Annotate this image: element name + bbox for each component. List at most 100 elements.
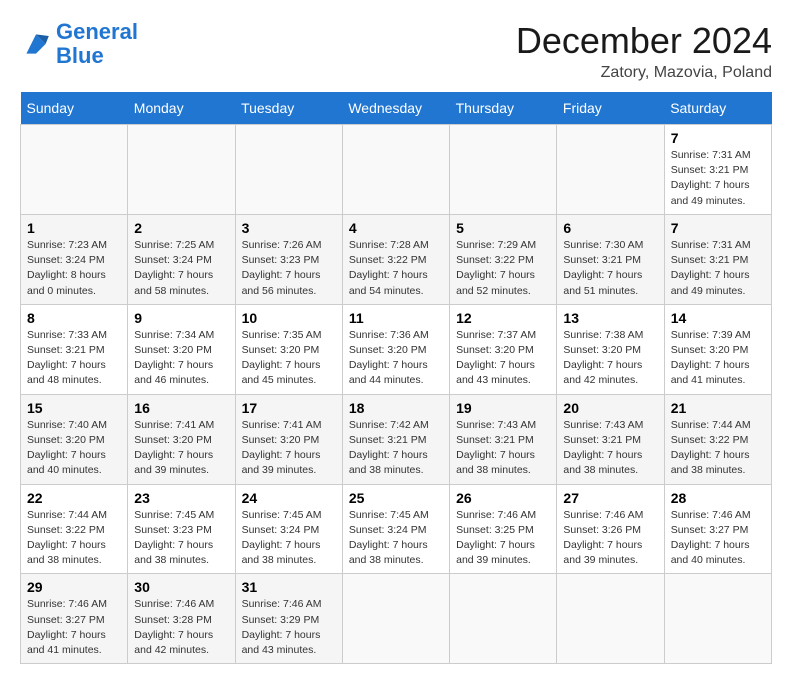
day-number: 7 (671, 130, 765, 146)
calendar-cell: 7 Sunrise: 7:31 AMSunset: 3:21 PMDaylight… (664, 125, 771, 215)
day-header-saturday: Saturday (664, 92, 771, 125)
calendar-cell (557, 574, 664, 664)
day-info: Sunrise: 7:45 AMSunset: 3:24 PMDaylight:… (349, 508, 443, 569)
day-info: Sunrise: 7:26 AMSunset: 3:23 PMDaylight:… (242, 238, 336, 299)
calendar-cell (342, 574, 449, 664)
calendar-cell: 3 Sunrise: 7:26 AMSunset: 3:23 PMDaylight… (235, 214, 342, 304)
day-info: Sunrise: 7:46 AMSunset: 3:27 PMDaylight:… (671, 508, 765, 569)
day-info: Sunrise: 7:46 AMSunset: 3:29 PMDaylight:… (242, 597, 336, 658)
day-number: 17 (242, 400, 336, 416)
day-info: Sunrise: 7:34 AMSunset: 3:20 PMDaylight:… (134, 328, 228, 389)
day-info: Sunrise: 7:41 AMSunset: 3:20 PMDaylight:… (134, 418, 228, 479)
day-info: Sunrise: 7:23 AMSunset: 3:24 PMDaylight:… (27, 238, 121, 299)
calendar-cell: 10 Sunrise: 7:35 AMSunset: 3:20 PMDayligh… (235, 304, 342, 394)
day-number: 15 (27, 400, 121, 416)
day-number: 4 (349, 220, 443, 236)
day-number: 3 (242, 220, 336, 236)
day-number: 13 (563, 310, 657, 326)
calendar-cell (664, 574, 771, 664)
day-number: 25 (349, 490, 443, 506)
day-info: Sunrise: 7:42 AMSunset: 3:21 PMDaylight:… (349, 418, 443, 479)
logo: General Blue (20, 20, 138, 68)
day-number: 21 (671, 400, 765, 416)
calendar-cell: 13 Sunrise: 7:38 AMSunset: 3:20 PMDayligh… (557, 304, 664, 394)
day-info: Sunrise: 7:39 AMSunset: 3:20 PMDaylight:… (671, 328, 765, 389)
location: Zatory, Mazovia, Poland (516, 64, 772, 82)
calendar-week-row: 7 Sunrise: 7:31 AMSunset: 3:21 PMDaylight… (21, 125, 772, 215)
calendar-cell (235, 125, 342, 215)
day-number: 29 (27, 579, 121, 595)
day-number: 19 (456, 400, 550, 416)
day-number: 18 (349, 400, 443, 416)
calendar-cell: 17 Sunrise: 7:41 AMSunset: 3:20 PMDayligh… (235, 394, 342, 484)
day-number: 20 (563, 400, 657, 416)
calendar-cell: 19Sunrise: 7:43 AMSunset: 3:21 PMDayligh… (450, 394, 557, 484)
calendar-week-row: 1Sunrise: 7:23 AMSunset: 3:24 PMDaylight… (21, 214, 772, 304)
calendar-week-row: 15Sunrise: 7:40 AMSunset: 3:20 PMDayligh… (21, 394, 772, 484)
calendar-cell: 27 Sunrise: 7:46 AMSunset: 3:26 PMDayligh… (557, 484, 664, 574)
day-info: Sunrise: 7:43 AMSunset: 3:21 PMDaylight:… (563, 418, 657, 479)
day-info: Sunrise: 7:30 AMSunset: 3:21 PMDaylight:… (563, 238, 657, 299)
day-number: 12 (456, 310, 550, 326)
calendar-cell: 24 Sunrise: 7:45 AMSunset: 3:24 PMDayligh… (235, 484, 342, 574)
logo-icon (20, 28, 52, 60)
calendar-week-row: 8Sunrise: 7:33 AMSunset: 3:21 PMDaylight… (21, 304, 772, 394)
calendar-cell: 26Sunrise: 7:46 AMSunset: 3:25 PMDayligh… (450, 484, 557, 574)
day-info: Sunrise: 7:46 AMSunset: 3:28 PMDaylight:… (134, 597, 228, 658)
day-info: Sunrise: 7:31 AMSunset: 3:21 PMDaylight:… (671, 238, 765, 299)
day-number: 24 (242, 490, 336, 506)
calendar-cell: 9 Sunrise: 7:34 AMSunset: 3:20 PMDaylight… (128, 304, 235, 394)
calendar-week-row: 29Sunrise: 7:46 AMSunset: 3:27 PMDayligh… (21, 574, 772, 664)
day-info: Sunrise: 7:44 AMSunset: 3:22 PMDaylight:… (671, 418, 765, 479)
day-info: Sunrise: 7:36 AMSunset: 3:20 PMDaylight:… (349, 328, 443, 389)
calendar-cell (450, 574, 557, 664)
calendar-cell: 14 Sunrise: 7:39 AMSunset: 3:20 PMDayligh… (664, 304, 771, 394)
calendar-cell: 25 Sunrise: 7:45 AMSunset: 3:24 PMDayligh… (342, 484, 449, 574)
calendar-cell: 31 Sunrise: 7:46 AMSunset: 3:29 PMDayligh… (235, 574, 342, 664)
calendar-cell: 6 Sunrise: 7:30 AMSunset: 3:21 PMDaylight… (557, 214, 664, 304)
day-header-friday: Friday (557, 92, 664, 125)
logo-text: General Blue (56, 20, 138, 68)
calendar-cell: 1Sunrise: 7:23 AMSunset: 3:24 PMDaylight… (21, 214, 128, 304)
page-header: General Blue December 2024 Zatory, Mazov… (20, 20, 772, 82)
day-number: 31 (242, 579, 336, 595)
day-number: 30 (134, 579, 228, 595)
calendar-cell: 23Sunrise: 7:45 AMSunset: 3:23 PMDayligh… (128, 484, 235, 574)
calendar-cell: 12Sunrise: 7:37 AMSunset: 3:20 PMDayligh… (450, 304, 557, 394)
day-number: 9 (134, 310, 228, 326)
day-info: Sunrise: 7:31 AMSunset: 3:21 PMDaylight:… (671, 148, 765, 209)
calendar-header-row: SundayMondayTuesdayWednesdayThursdayFrid… (21, 92, 772, 125)
day-info: Sunrise: 7:28 AMSunset: 3:22 PMDaylight:… (349, 238, 443, 299)
calendar-cell (450, 125, 557, 215)
day-number: 14 (671, 310, 765, 326)
calendar-cell: 7 Sunrise: 7:31 AMSunset: 3:21 PMDaylight… (664, 214, 771, 304)
day-header-wednesday: Wednesday (342, 92, 449, 125)
day-number: 7 (671, 220, 765, 236)
calendar-cell: 2Sunrise: 7:25 AMSunset: 3:24 PMDaylight… (128, 214, 235, 304)
calendar-cell: 15Sunrise: 7:40 AMSunset: 3:20 PMDayligh… (21, 394, 128, 484)
calendar-cell: 28Sunrise: 7:46 AMSunset: 3:27 PMDayligh… (664, 484, 771, 574)
calendar-cell: 20 Sunrise: 7:43 AMSunset: 3:21 PMDayligh… (557, 394, 664, 484)
day-info: Sunrise: 7:38 AMSunset: 3:20 PMDaylight:… (563, 328, 657, 389)
day-number: 27 (563, 490, 657, 506)
day-number: 6 (563, 220, 657, 236)
day-info: Sunrise: 7:46 AMSunset: 3:26 PMDaylight:… (563, 508, 657, 569)
calendar-cell (342, 125, 449, 215)
calendar-week-row: 22Sunrise: 7:44 AMSunset: 3:22 PMDayligh… (21, 484, 772, 574)
day-number: 26 (456, 490, 550, 506)
title-block: December 2024 Zatory, Mazovia, Poland (516, 20, 772, 82)
day-info: Sunrise: 7:35 AMSunset: 3:20 PMDaylight:… (242, 328, 336, 389)
day-number: 11 (349, 310, 443, 326)
day-info: Sunrise: 7:45 AMSunset: 3:23 PMDaylight:… (134, 508, 228, 569)
calendar-cell (21, 125, 128, 215)
day-info: Sunrise: 7:45 AMSunset: 3:24 PMDaylight:… (242, 508, 336, 569)
calendar-cell: 16 Sunrise: 7:41 AMSunset: 3:20 PMDayligh… (128, 394, 235, 484)
calendar-table: SundayMondayTuesdayWednesdayThursdayFrid… (20, 92, 772, 664)
day-number: 16 (134, 400, 228, 416)
calendar-cell: 18 Sunrise: 7:42 AMSunset: 3:21 PMDayligh… (342, 394, 449, 484)
day-info: Sunrise: 7:41 AMSunset: 3:20 PMDaylight:… (242, 418, 336, 479)
day-header-thursday: Thursday (450, 92, 557, 125)
month-title: December 2024 (516, 20, 772, 62)
day-number: 10 (242, 310, 336, 326)
day-info: Sunrise: 7:33 AMSunset: 3:21 PMDaylight:… (27, 328, 121, 389)
